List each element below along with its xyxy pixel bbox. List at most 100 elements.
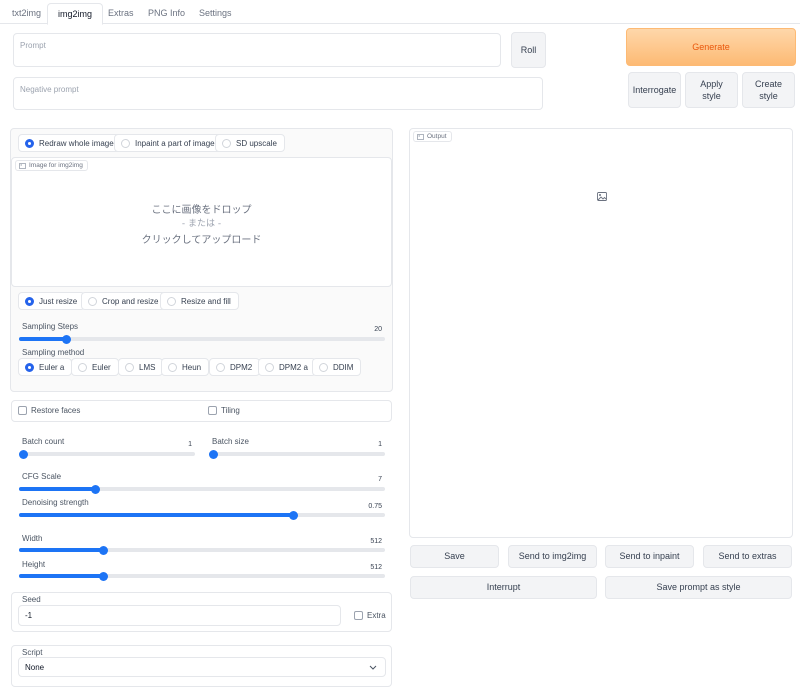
negative-prompt-placeholder: Negative prompt (20, 85, 79, 94)
slider-fill (19, 513, 294, 517)
radio-label: Inpaint a part of image (135, 138, 215, 148)
slider-thumb[interactable] (91, 484, 101, 494)
slider-thumb[interactable] (98, 545, 108, 555)
radio-resize-and-fill[interactable]: Resize and fill (160, 292, 239, 310)
denoising-value: 0.75 (368, 503, 382, 510)
negative-prompt-input[interactable]: Negative prompt (13, 77, 543, 110)
radio-label: Euler a (39, 362, 65, 372)
slider-thumb[interactable] (19, 449, 28, 459)
image-icon (417, 133, 424, 140)
prompt-input[interactable]: Prompt (13, 33, 501, 67)
tab-extras[interactable]: Extras (98, 3, 144, 24)
radio-dot (121, 138, 130, 148)
radio-label: Heun (182, 362, 202, 372)
save-button[interactable]: Save (410, 545, 499, 568)
extra-label: Extra (367, 611, 386, 620)
slider-thumb[interactable] (289, 510, 298, 520)
width-slider[interactable] (19, 545, 385, 555)
radio-dot (167, 296, 176, 306)
radio-label: SD upscale (236, 138, 277, 148)
slider-thumb[interactable] (209, 449, 218, 459)
height-label: Height (22, 560, 46, 569)
tab-img2img[interactable]: img2img (47, 3, 104, 25)
tab-bar: txt2img img2img Extras PNG Info Settings (0, 0, 800, 25)
radio-ddim[interactable]: DDIM (312, 358, 362, 376)
width-label: Width (22, 534, 43, 543)
image-placeholder-icon (597, 192, 607, 201)
batch-count-label: Batch count (22, 437, 65, 446)
sampling-steps-value: 20 (374, 326, 382, 333)
radio-dot (125, 362, 134, 372)
slider-fill (19, 337, 67, 341)
radio-crop-and-resize[interactable]: Crop and resize (81, 292, 167, 310)
roll-button[interactable]: Roll (511, 32, 546, 68)
chevron-down-icon (369, 665, 377, 670)
radio-dpm2[interactable]: DPM2 (209, 358, 261, 376)
radio-sd-upscale[interactable]: SD upscale (215, 134, 285, 152)
radio-dot (168, 362, 177, 372)
dropzone-line2: - または - (181, 219, 222, 229)
apply-style-label: Apply style (700, 78, 723, 101)
sampling-steps-slider[interactable] (19, 334, 385, 344)
send-to-inpaint-button[interactable]: Send to inpaint (605, 545, 694, 568)
send-to-extras-button[interactable]: Send to extras (703, 545, 792, 568)
image-label: Image for img2img (29, 162, 83, 169)
create-style-button[interactable]: Create style (742, 72, 795, 108)
prompt-placeholder: Prompt (20, 41, 46, 50)
height-value: 512 (370, 564, 382, 571)
batch-count-slider[interactable] (19, 449, 195, 459)
cfg-scale-slider[interactable] (19, 484, 385, 494)
radio-just-resize[interactable]: Just resize (18, 292, 86, 310)
batch-size-value: 1 (378, 441, 382, 448)
radio-label: Crop and resize (102, 296, 159, 306)
radio-euler[interactable]: Euler (71, 358, 119, 376)
image-icon (19, 162, 26, 169)
radio-label: Euler (92, 362, 111, 372)
tiling-checkbox[interactable] (208, 406, 217, 415)
image-dropzone[interactable]: Image for img2img ここに画像をドロップ - または - クリッ… (11, 157, 392, 287)
radio-label: LMS (139, 362, 156, 372)
radio-label: Resize and fill (181, 296, 231, 306)
batch-size-slider[interactable] (209, 449, 385, 459)
interrogate-button[interactable]: Interrogate (628, 72, 681, 108)
interrupt-button[interactable]: Interrupt (410, 576, 597, 599)
radio-heun[interactable]: Heun (161, 358, 210, 376)
slider-thumb[interactable] (62, 334, 72, 344)
slider-thumb[interactable] (98, 571, 108, 581)
restore-faces-checkbox[interactable] (18, 406, 27, 415)
sampling-method-label: Sampling method (22, 348, 85, 357)
batch-count-value: 1 (188, 441, 192, 448)
script-select[interactable]: None (18, 657, 386, 677)
radio-label: DPM2 (230, 362, 253, 372)
radio-dpm2-a[interactable]: DPM2 a (258, 358, 316, 376)
tab-png-info[interactable]: PNG Info (138, 3, 195, 24)
create-style-label: Create style (754, 78, 782, 101)
restore-faces-label: Restore faces (31, 406, 81, 415)
radio-dot (78, 362, 87, 372)
slider-fill (19, 574, 104, 578)
radio-inpaint-part[interactable]: Inpaint a part of image (114, 134, 223, 152)
tab-txt2img[interactable]: txt2img (2, 3, 51, 24)
generate-button[interactable]: Generate (626, 28, 796, 66)
tab-settings[interactable]: Settings (189, 3, 242, 24)
save-prompt-as-style-button[interactable]: Save prompt as style (605, 576, 792, 599)
seed-input[interactable]: -1 (18, 605, 341, 626)
radio-dot (222, 138, 231, 148)
radio-label: DDIM (333, 362, 354, 372)
radio-redraw-whole-image[interactable]: Redraw whole image (18, 134, 122, 152)
dropzone-line3: クリックしてアップロード (141, 235, 262, 246)
output-gallery: Output (409, 128, 793, 538)
cfg-scale-value: 7 (378, 476, 382, 483)
radio-dot (25, 138, 34, 148)
send-to-img2img-button[interactable]: Send to img2img (508, 545, 597, 568)
apply-style-button[interactable]: Apply style (685, 72, 738, 108)
radio-dot (265, 362, 274, 372)
radio-euler-a[interactable]: Euler a (18, 358, 73, 376)
radio-dot (25, 362, 34, 372)
extra-checkbox[interactable] (354, 611, 363, 620)
radio-lms[interactable]: LMS (118, 358, 164, 376)
denoising-slider[interactable] (19, 510, 385, 520)
radio-label: DPM2 a (279, 362, 308, 372)
denoising-label: Denoising strength (22, 498, 89, 507)
height-slider[interactable] (19, 571, 385, 581)
